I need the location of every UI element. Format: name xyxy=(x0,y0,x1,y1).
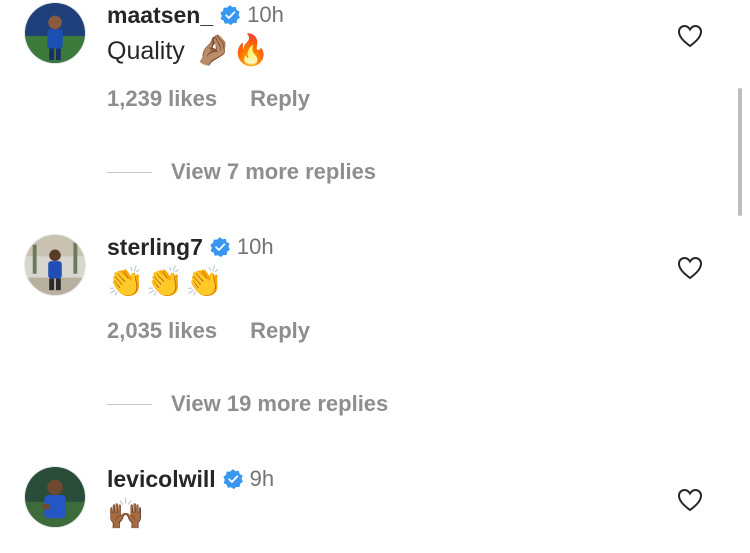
comment-meta: 1,239 likes Reply xyxy=(107,86,310,112)
avatar-levicolwill[interactable] xyxy=(24,466,86,528)
view-more-replies-maatsen[interactable]: View 7 more replies xyxy=(107,159,376,185)
comment-header: maatsen_ 10h xyxy=(107,0,284,30)
verified-badge-icon xyxy=(219,4,241,26)
reply-button[interactable]: Reply xyxy=(250,318,310,344)
comment-emojis: 🤌🏽🔥 xyxy=(194,33,270,68)
avatar-maatsen[interactable] xyxy=(24,2,86,64)
comment-text: Quality 🤌🏽🔥 xyxy=(107,36,270,66)
avatar-photo-levicolwill xyxy=(25,467,85,527)
view-more-line xyxy=(107,403,152,405)
like-heart-icon[interactable] xyxy=(677,488,703,512)
reply-button[interactable]: Reply xyxy=(250,86,310,112)
view-more-label[interactable]: View 19 more replies xyxy=(171,391,388,417)
comment-body: Quality xyxy=(107,36,185,65)
comment-emojis: 🙌🏾 xyxy=(107,497,145,532)
username[interactable]: levicolwill xyxy=(107,466,216,493)
like-heart-icon[interactable] xyxy=(677,256,703,280)
comment-meta: 2,035 likes Reply xyxy=(107,318,310,344)
avatar-photo-sterling xyxy=(25,235,85,295)
timestamp: 9h xyxy=(249,466,275,491)
comment-emojis: 👏👏👏 xyxy=(107,265,226,300)
like-count[interactable]: 1,239 likes xyxy=(107,86,217,112)
view-more-replies-sterling[interactable]: View 19 more replies xyxy=(107,391,388,417)
verified-badge-icon xyxy=(209,236,231,258)
username[interactable]: sterling7 xyxy=(107,234,203,261)
comment-text: 🙌🏾 xyxy=(107,500,144,530)
comment-text: 👏👏👏 xyxy=(107,268,225,298)
like-heart-icon[interactable] xyxy=(677,24,703,48)
timestamp: 10h xyxy=(236,234,274,259)
view-more-line xyxy=(107,171,152,173)
view-more-label[interactable]: View 7 more replies xyxy=(171,159,376,185)
comment-header: levicolwill 9h xyxy=(107,464,274,494)
username[interactable]: maatsen_ xyxy=(107,2,213,29)
like-count[interactable]: 2,035 likes xyxy=(107,318,217,344)
avatar-sterling[interactable] xyxy=(24,234,86,296)
avatar-photo-maatsen xyxy=(25,3,85,63)
comment-header: sterling7 10h xyxy=(107,232,274,262)
verified-badge-icon xyxy=(222,468,244,490)
scrollbar[interactable] xyxy=(738,88,742,216)
timestamp: 10h xyxy=(247,2,284,27)
